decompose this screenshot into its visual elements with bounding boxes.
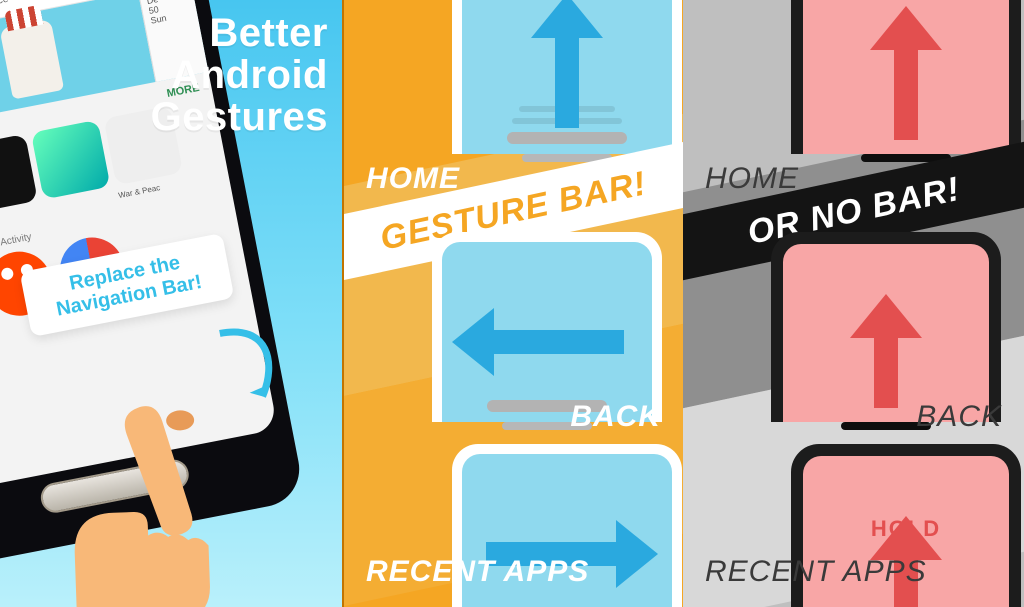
panel-2: GESTURE BAR! HOME BACK bbox=[342, 0, 683, 607]
label-back: BACK bbox=[570, 400, 661, 434]
label-back: BACK bbox=[916, 400, 1002, 434]
panel-3: OR NO BAR! HOME BACK HOLD REC bbox=[683, 0, 1024, 607]
panel-1: MOVIES & TV BOOKS ◆Categories ●Editors' … bbox=[0, 0, 342, 607]
promo-triptych: MOVIES & TV BOOKS ◆Categories ●Editors' … bbox=[0, 0, 1024, 607]
label-recent: RECENT APPS bbox=[366, 555, 589, 589]
arrow-up-icon bbox=[850, 294, 922, 408]
gesture-bar[interactable] bbox=[507, 132, 627, 144]
label-home: HOME bbox=[705, 162, 799, 196]
app-tile bbox=[31, 120, 111, 200]
arrow-up-icon bbox=[870, 6, 942, 140]
banner-character bbox=[0, 19, 64, 100]
pointing-hand-icon bbox=[30, 397, 299, 607]
gesture-card-back bbox=[432, 232, 662, 422]
label-recent: RECENT APPS bbox=[705, 555, 927, 589]
app-tile bbox=[0, 134, 38, 214]
arrow-up-icon bbox=[531, 0, 603, 128]
headline: Better Android Gestures bbox=[148, 12, 328, 138]
label-home: HOME bbox=[366, 162, 460, 196]
arrow-left-icon bbox=[452, 308, 624, 376]
nobar-card-back bbox=[771, 232, 1001, 422]
nobar-card-home bbox=[791, 0, 1021, 154]
gesture-card-home bbox=[452, 0, 682, 154]
